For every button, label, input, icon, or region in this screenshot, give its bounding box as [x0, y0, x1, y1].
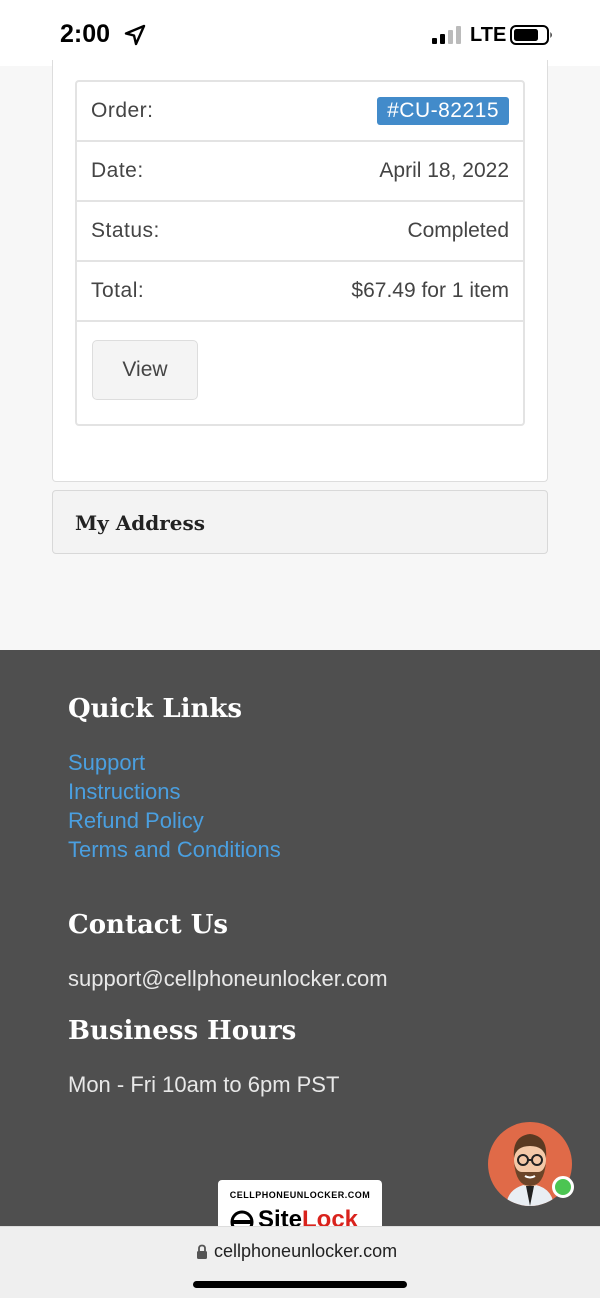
status-time: 2:00: [60, 20, 111, 48]
lock-icon: [197, 1244, 207, 1259]
my-address-panel[interactable]: My Address: [52, 490, 548, 554]
status-bar: 2:00 LTE: [0, 0, 600, 66]
footer-link-refund-policy[interactable]: Refund Policy: [68, 808, 204, 834]
url-text: cellphoneunlocker.com: [214, 1241, 398, 1261]
order-row-status: Status: Completed: [77, 202, 523, 262]
footer-link-terms[interactable]: Terms and Conditions: [68, 837, 281, 863]
order-details-table: Order: #CU-82215 Date: April 18, 2022 St…: [75, 80, 525, 426]
online-status-dot: [552, 1176, 574, 1198]
order-number-link[interactable]: #CU-82215: [377, 97, 509, 125]
my-address-title: My Address: [75, 511, 205, 535]
location-arrow-icon: [124, 24, 146, 46]
footer-link-instructions[interactable]: Instructions: [68, 779, 181, 805]
battery-icon: [510, 25, 552, 45]
status-label: Status:: [91, 219, 160, 242]
footer-link-support[interactable]: Support: [68, 750, 145, 776]
order-row-date: Date: April 18, 2022: [77, 142, 523, 202]
order-label: Order:: [91, 99, 154, 122]
order-row-number: Order: #CU-82215: [77, 82, 523, 142]
contact-email[interactable]: support@cellphoneunlocker.com: [68, 966, 388, 992]
view-order-button[interactable]: View: [92, 340, 198, 400]
order-row-total: Total: $67.49 for 1 item: [77, 262, 523, 322]
business-hours-text: Mon - Fri 10am to 6pm PST: [68, 1072, 340, 1097]
cellular-signal-icon: [432, 26, 461, 44]
home-indicator[interactable]: [193, 1281, 407, 1288]
sitelock-domain: CELLPHONEUNLOCKER.COM: [229, 1190, 371, 1200]
business-hours-heading: Business Hours: [68, 1016, 297, 1046]
date-value: April 18, 2022: [379, 159, 509, 182]
total-label: Total:: [91, 279, 145, 302]
status-value: Completed: [407, 219, 509, 242]
date-label: Date:: [91, 159, 144, 182]
quick-links-heading: Quick Links: [68, 694, 243, 724]
total-value: $67.49 for 1 item: [351, 279, 509, 302]
network-type: LTE: [470, 24, 507, 46]
contact-us-heading: Contact Us: [68, 910, 228, 940]
browser-url-bar[interactable]: cellphoneunlocker.com: [0, 1226, 600, 1298]
